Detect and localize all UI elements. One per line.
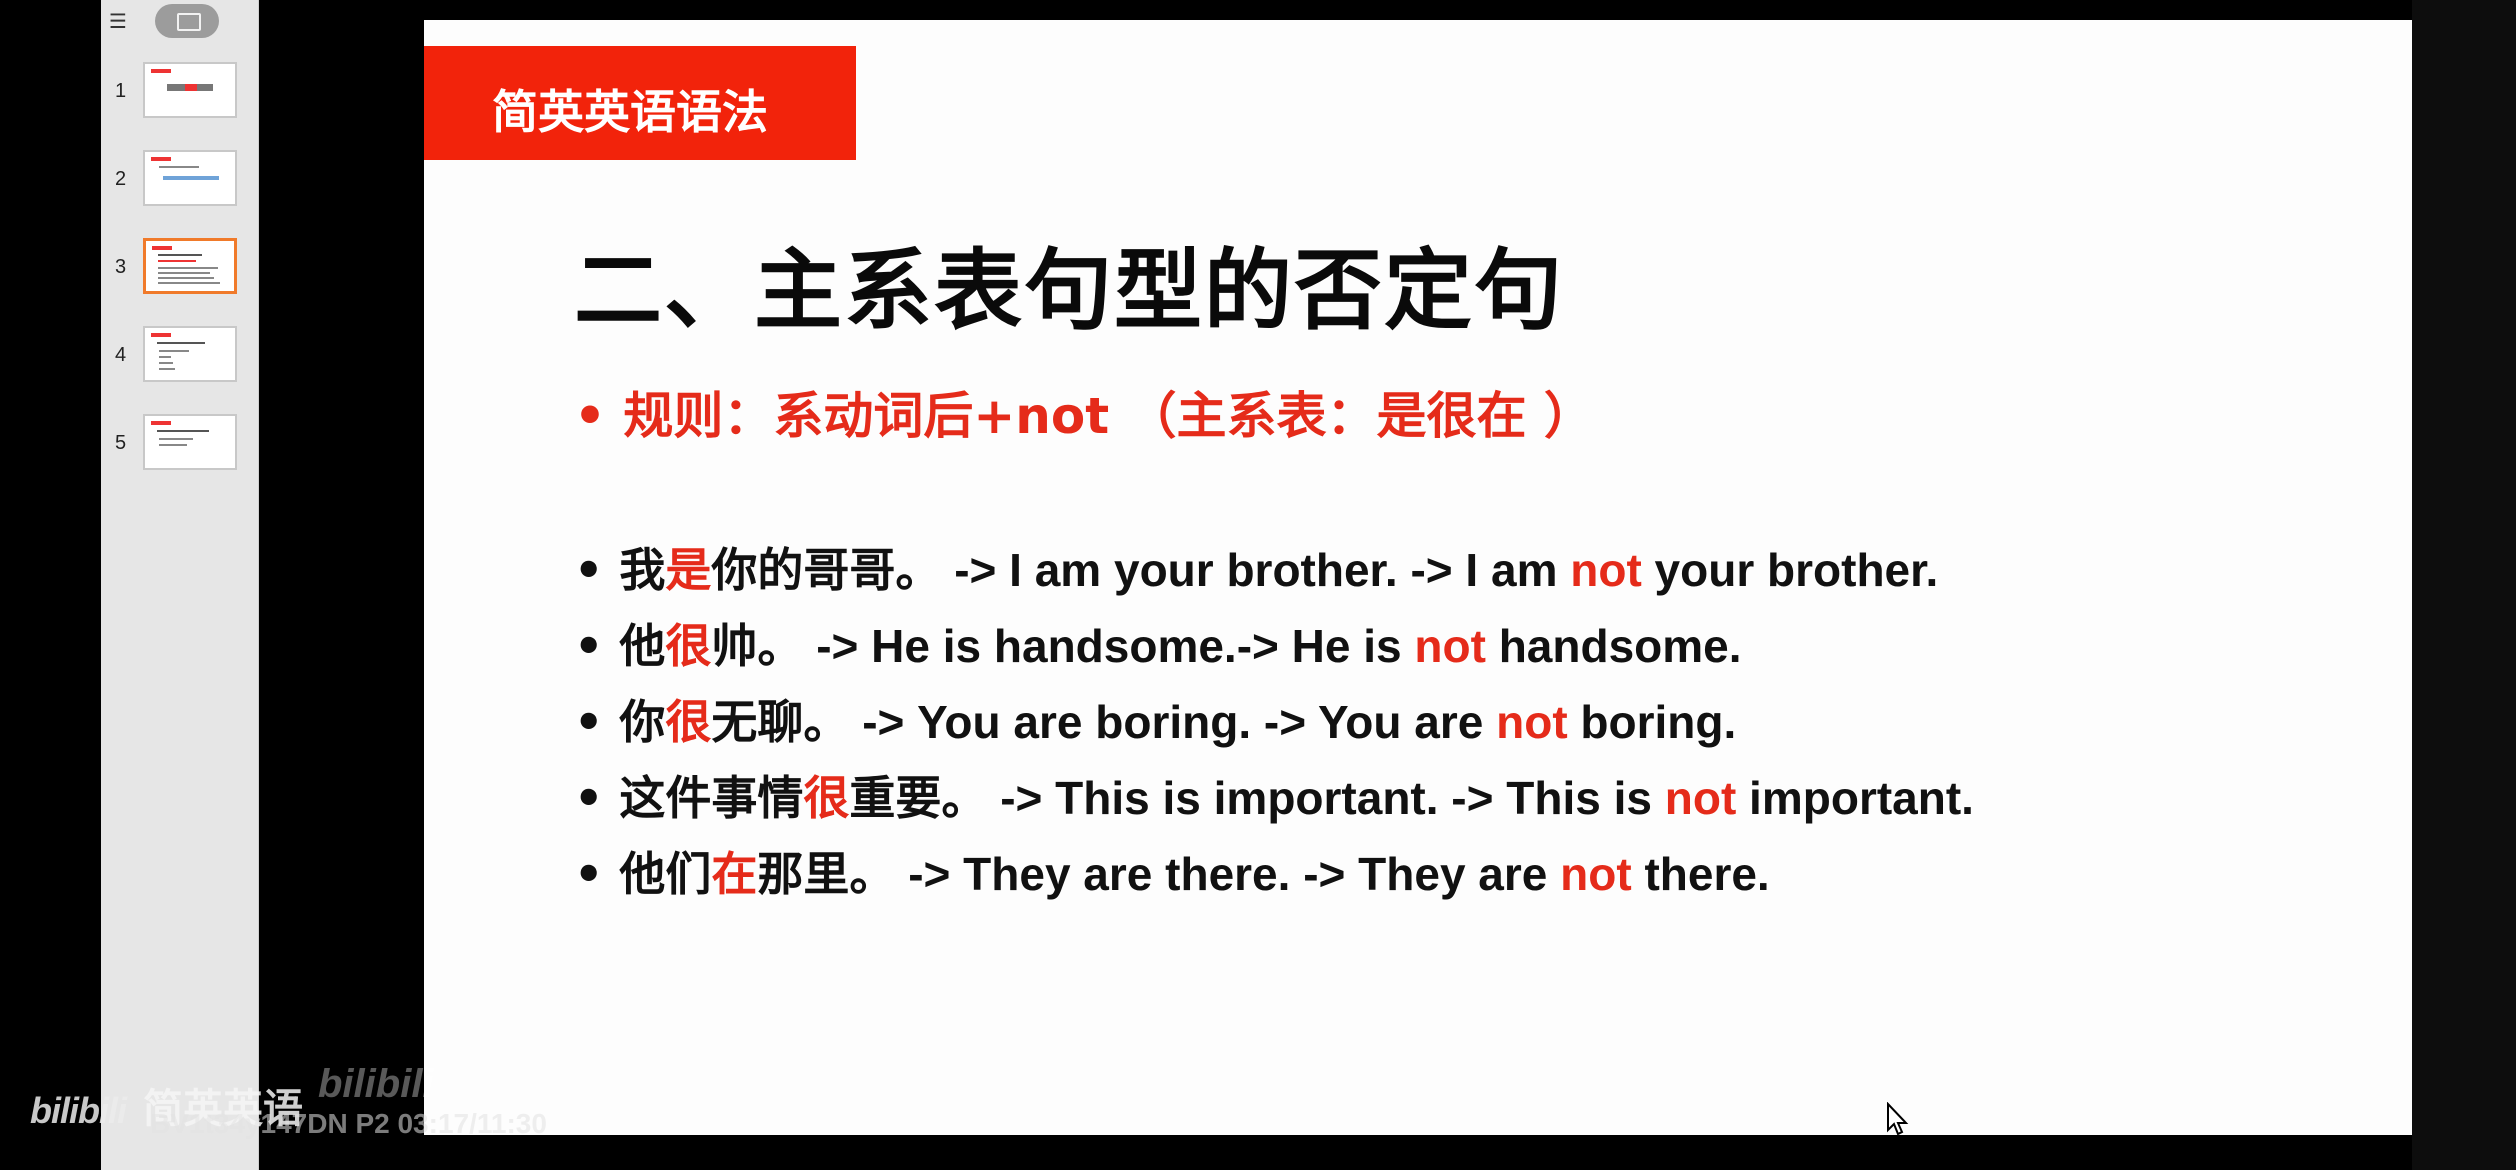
slide-number: 4 — [115, 344, 127, 366]
slide-number: 5 — [115, 432, 127, 454]
example-item: • 这件事情很重要。 -> This is important. -> This… — [574, 771, 1974, 825]
example-item: • 你很无聊。 -> You are boring. -> You are no… — [574, 695, 1737, 749]
not-word: not — [1664, 772, 1737, 824]
highlight-verb: 是 — [665, 543, 712, 597]
slide-preview — [143, 150, 237, 206]
slide-thumbnail-3[interactable]: 3 — [101, 238, 258, 300]
slide-view-icon[interactable] — [155, 4, 219, 38]
slide-thumbnail-1[interactable]: 1 — [101, 62, 258, 124]
rule-text: • 规则：系动词后+not （主系表：是很在 ） — [574, 387, 1594, 445]
slide-thumbnail-5[interactable]: 5 — [101, 414, 258, 476]
slide-preview — [143, 326, 237, 382]
letterbox-left — [0, 0, 101, 1170]
video-info: BV1t34y147DN P2 03:17/11:30 — [150, 1108, 547, 1139]
panel-toolbar: ☰ — [101, 0, 258, 42]
mouse-cursor-icon — [1887, 1102, 1909, 1136]
outline-list-icon[interactable]: ☰ — [101, 8, 135, 34]
not-word: not — [1570, 544, 1642, 596]
slide-preview — [143, 238, 237, 294]
slide-number: 3 — [115, 256, 127, 278]
example-item: • 我是你的哥哥。 -> I am your brother. -> I am … — [574, 543, 1939, 597]
not-word: not — [1560, 848, 1632, 900]
highlight-verb: 很 — [665, 619, 712, 673]
not-word: not — [1496, 696, 1568, 748]
slide-thumbnail-4[interactable]: 4 — [101, 326, 258, 388]
not-word: not — [1414, 620, 1486, 672]
highlight-verb: 在 — [711, 847, 758, 901]
slide-number: 1 — [115, 80, 127, 102]
slide-thumbnail-2[interactable]: 2 — [101, 150, 258, 212]
bilibili-logo: bilibili — [30, 1090, 127, 1131]
banner: 简英英语语法 — [424, 46, 856, 160]
bilibili-logo-faint: bilibili — [318, 1062, 434, 1106]
letterbox-right — [2412, 0, 2516, 1170]
slide-preview — [143, 414, 237, 470]
slide-canvas: 简英英语语法 二、主系表句型的否定句 • 规则：系动词后+not （主系表：是很… — [424, 20, 2412, 1135]
highlight-verb: 很 — [803, 771, 850, 825]
example-item: • 他很帅。 -> He is handsome.-> He is not ha… — [574, 619, 1742, 673]
slide-thumbnail-panel: ☰ 1 2 3 4 5 — [101, 0, 259, 1170]
slide-title: 二、主系表句型的否定句 — [574, 239, 1565, 342]
example-list: • 我是你的哥哥。 -> I am your brother. -> I am … — [574, 534, 1974, 914]
banner-title: 简英英语语法 — [492, 85, 768, 139]
example-item: • 他们在那里。 -> They are there. -> They are … — [574, 847, 1770, 901]
slide-preview — [143, 62, 237, 118]
slide-number: 2 — [115, 168, 127, 190]
highlight-verb: 很 — [665, 695, 712, 749]
